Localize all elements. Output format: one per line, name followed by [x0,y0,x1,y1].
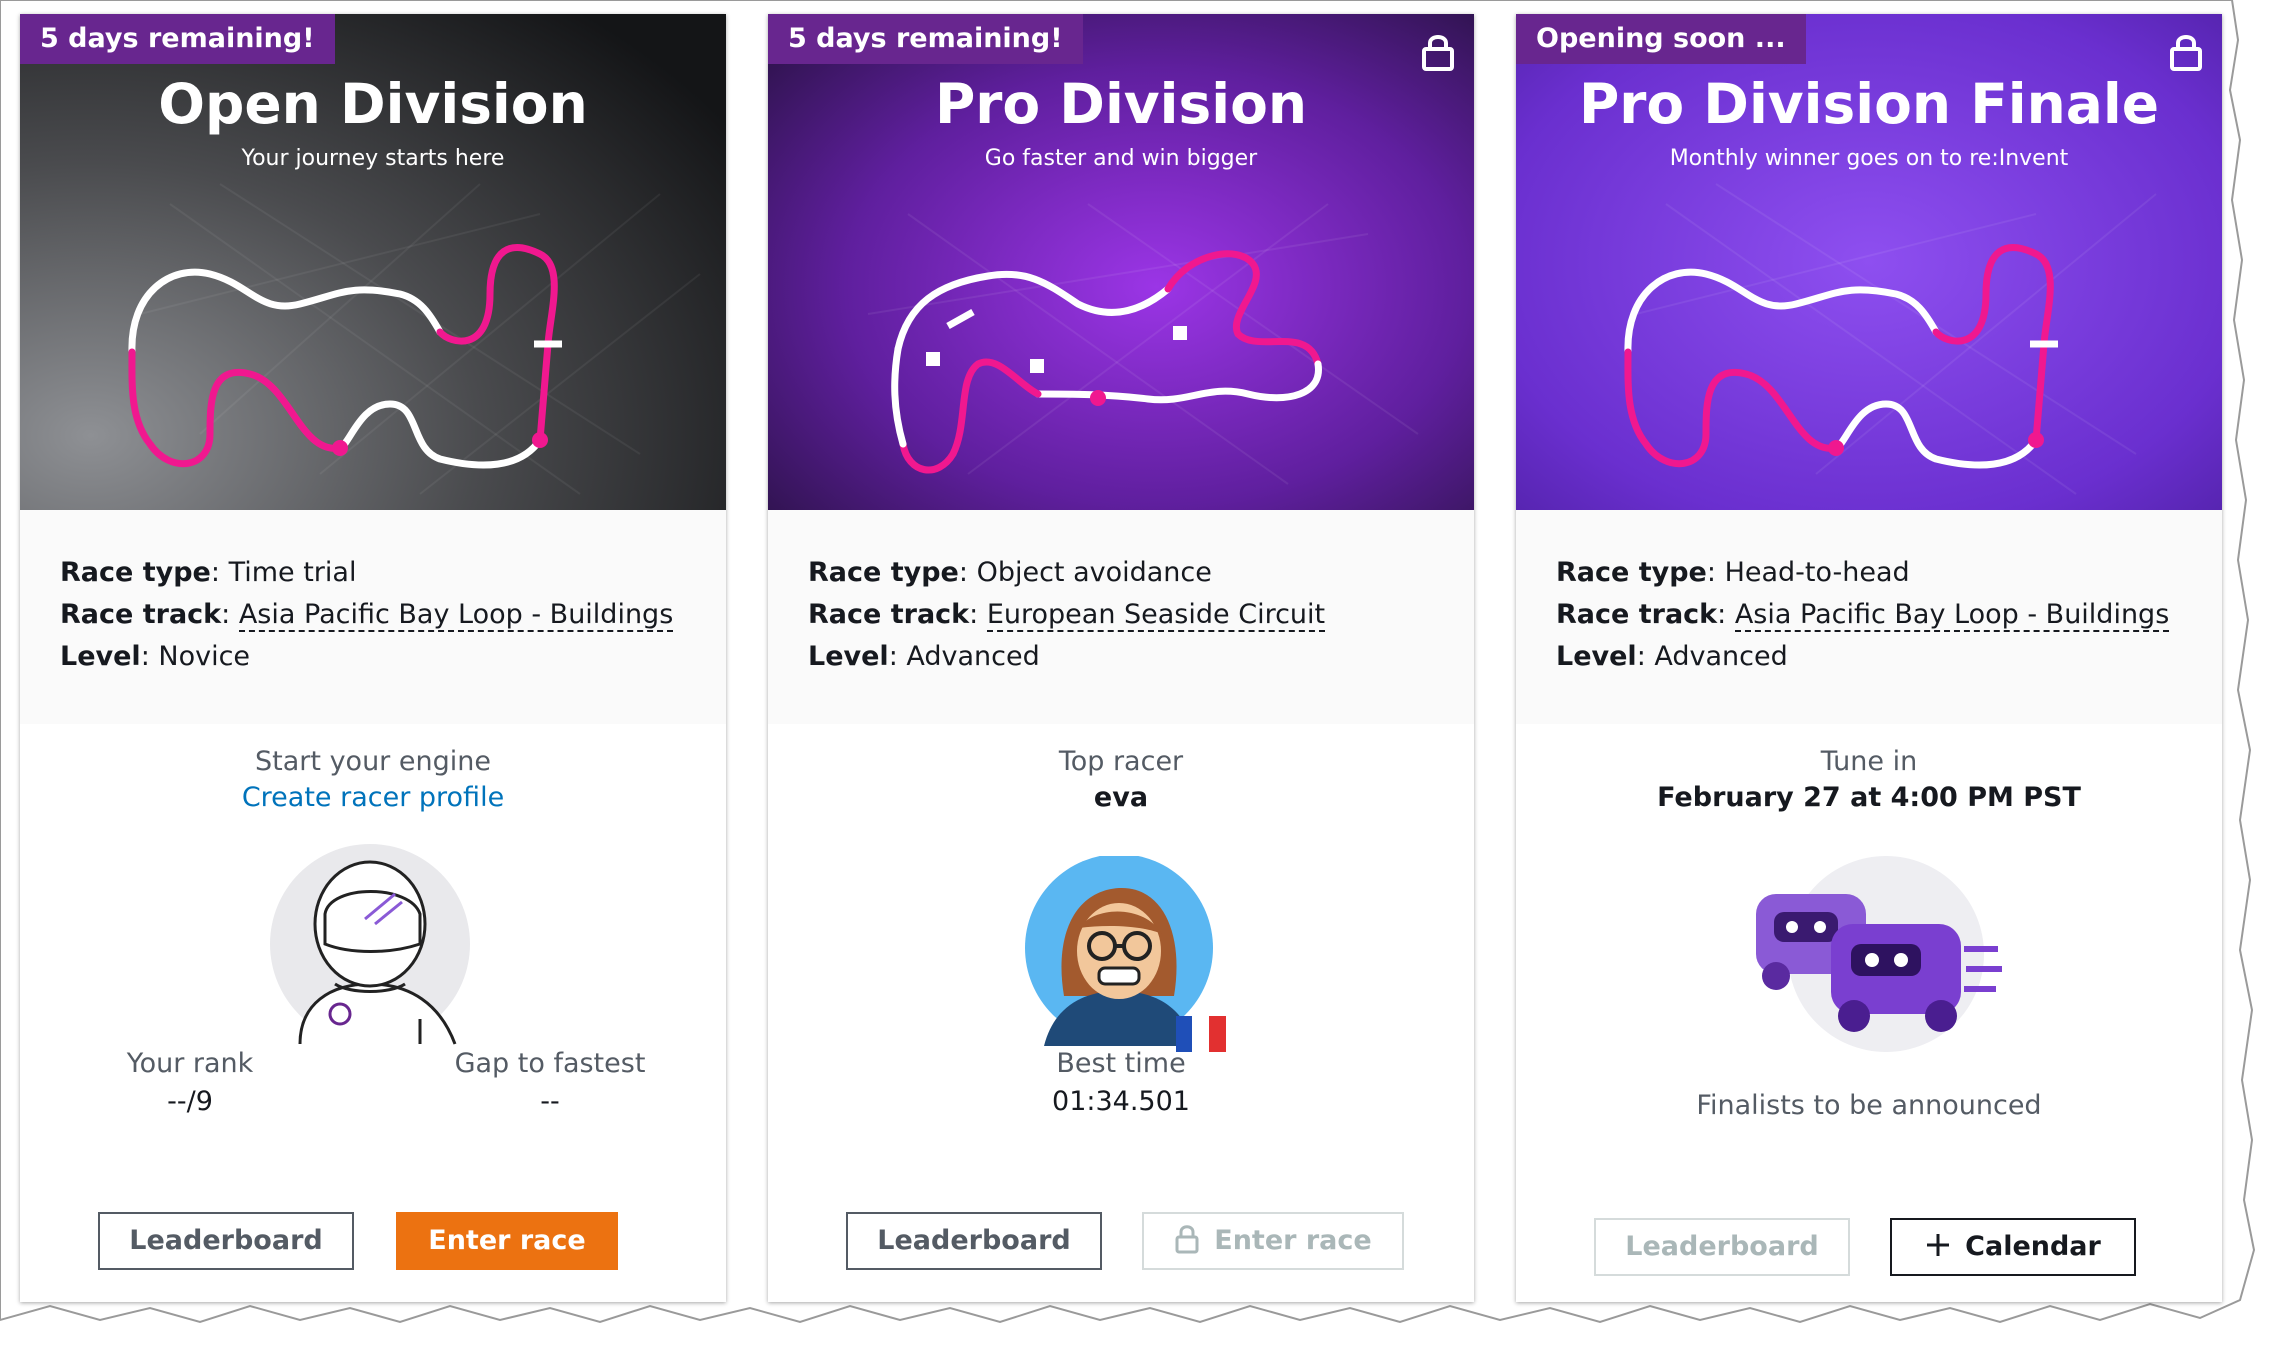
track-map [128,244,562,469]
level-label: Level [60,641,141,672]
level-value: Novice [158,641,251,672]
race-details: Race type: Head-to-head Race track: Asia… [1516,510,2222,724]
section-heading: Tune in [1820,746,1918,777]
race-type-label: Race type [808,557,959,588]
card-footer: Start your engine Create racer profile Y… [20,724,726,1302]
racer-helmet-avatar [270,844,470,1045]
enter-race-label: Enter race [1214,1225,1372,1256]
gap-stat: Gap to fastest -- [440,1046,660,1122]
hero-banner: 5 days remaining! Pro Division Go faster… [768,14,1474,510]
finalists-text: Finalists to be announced [1696,1090,2042,1121]
enter-race-button[interactable]: Enter race [396,1212,618,1270]
section-heading: Top racer [1058,746,1184,777]
track-map [1624,244,2058,469]
division-subtitle: Your journey starts here [241,146,505,171]
card-pro-division-finale: Opening soon ... Pro Division Finale Mon… [1516,14,2222,1302]
lock-icon [1175,1224,1199,1253]
best-time-label: Best time [1056,1048,1186,1079]
race-type-label: Race type [1556,557,1707,588]
race-type-value: Object avoidance [976,557,1212,588]
card-pro-division: 5 days remaining! Pro Division Go faster… [768,14,1474,1302]
hero-banner: Opening soon ... Pro Division Finale Mon… [1516,14,2222,510]
race-details: Race type: Object avoidance Race track: … [768,510,1474,724]
card-footer: Tune in February 27 at 4:00 PM PST Final… [1516,724,2222,1302]
opening-soon-badge: Opening soon ... [1516,14,1806,64]
race-track-value[interactable]: Asia Pacific Bay Loop - Buildings [238,599,674,632]
division-title: Open Division [158,72,588,136]
division-title: Pro Division [934,72,1308,136]
enter-race-button-disabled: Enter race [1142,1212,1404,1270]
racing-cars-illustration [1756,856,2002,1052]
race-track-label: Race track [60,599,222,630]
time-remaining-badge: 5 days remaining! [20,14,335,64]
race-details: Race type: Time trial Race track: Asia P… [20,510,726,724]
leaderboard-button-disabled: Leaderboard [1594,1218,1850,1276]
calendar-button[interactable]: Calendar [1890,1218,2136,1276]
leaderboard-button[interactable]: Leaderboard [98,1212,354,1270]
section-heading: Start your engine [255,746,491,777]
race-track-value[interactable]: European Seaside Circuit [986,599,1326,632]
level-label: Level [1556,641,1637,672]
plus-icon [1927,1233,1950,1256]
track-map [891,250,1322,474]
top-racer-name: eva [1093,782,1149,813]
gap-value: -- [540,1086,560,1117]
division-subtitle: Go faster and win bigger [984,146,1258,171]
gap-label: Gap to fastest [454,1048,646,1079]
lock-icon [1422,35,1454,71]
calendar-label: Calendar [1965,1231,2101,1262]
rank-label: Your rank [126,1048,254,1079]
time-remaining-badge: 5 days remaining! [768,14,1083,64]
best-time-stat: Best time 01:34.501 [768,1046,1474,1122]
level-value: Advanced [906,641,1040,672]
best-time-value: 01:34.501 [1052,1086,1190,1117]
division-title: Pro Division Finale [1578,72,2160,136]
leaderboard-button[interactable]: Leaderboard [846,1212,1102,1270]
level-value: Advanced [1654,641,1788,672]
race-track-label: Race track [808,599,970,630]
card-footer: Top racer eva Best time 01:34.501 Leader… [768,724,1474,1302]
race-type-value: Head-to-head [1724,557,1910,588]
rank-value: --/9 [167,1086,213,1117]
level-label: Level [808,641,889,672]
division-subtitle: Monthly winner goes on to re:Invent [1669,146,2069,171]
lock-icon [2170,35,2202,71]
card-open-division: 5 days remaining! Open Division Your jou… [20,14,726,1302]
event-time: February 27 at 4:00 PM PST [1657,782,2081,813]
race-track-value[interactable]: Asia Pacific Bay Loop - Buildings [1734,599,2170,632]
race-type-label: Race type [60,557,211,588]
race-track-label: Race track [1556,599,1718,630]
race-type-value: Time trial [228,557,357,588]
create-racer-profile-link[interactable]: Create racer profile [20,782,726,813]
rank-stat: Your rank --/9 [90,1046,290,1122]
hero-banner: 5 days remaining! Open Division Your jou… [20,14,726,510]
